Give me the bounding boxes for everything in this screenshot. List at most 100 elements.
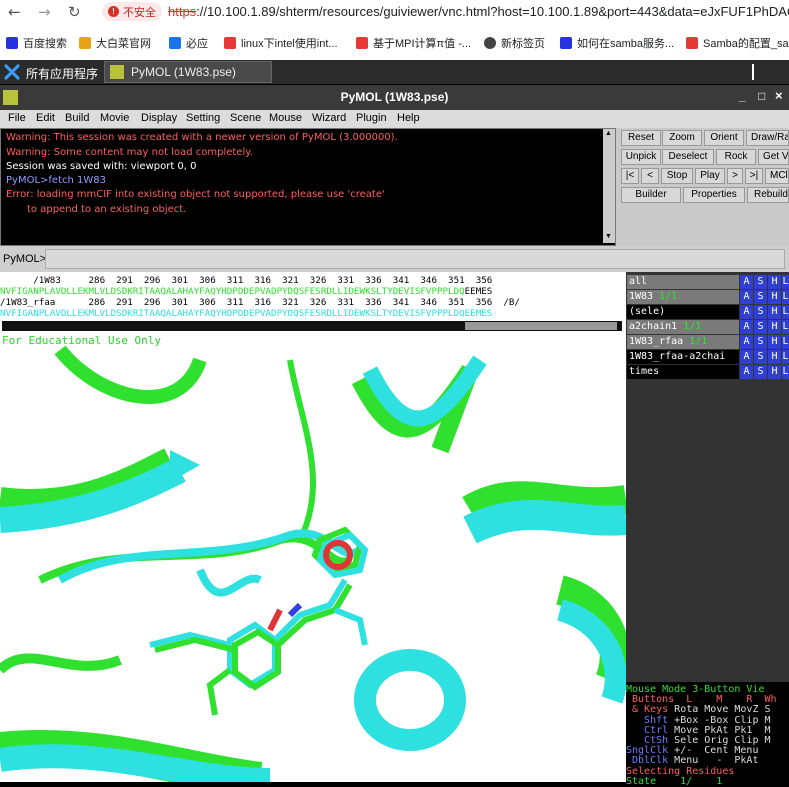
menu-setting[interactable]: Setting	[186, 112, 220, 124]
label-button[interactable]: L	[782, 275, 789, 289]
action-button[interactable]: A	[740, 365, 753, 379]
object-name[interactable]: times	[627, 365, 739, 379]
bookmark-item[interactable]: 大白菜官网	[79, 35, 151, 51]
action-button[interactable]: A	[740, 290, 753, 304]
properties-button[interactable]: Properties	[683, 187, 745, 203]
last-frame-button[interactable]: >|	[745, 168, 763, 184]
action-button[interactable]: A	[740, 320, 753, 334]
object-name[interactable]: a2chain1 1/1	[627, 320, 739, 334]
bookmark-item[interactable]: 百度搜索	[6, 35, 67, 51]
object-row-all[interactable]: all A S H L	[626, 275, 789, 289]
bookmark-item[interactable]: 必应	[169, 35, 208, 51]
unpick-button[interactable]: Unpick	[621, 149, 661, 165]
prev-frame-button[interactable]: <	[641, 168, 659, 184]
console-scrollbar[interactable]: ▲ ▼	[603, 129, 615, 243]
hide-button[interactable]: H	[768, 275, 781, 289]
action-button[interactable]: A	[740, 305, 753, 319]
menu-wizard[interactable]: Wizard	[312, 112, 346, 124]
bookmark-item[interactable]: Samba的配置_sam	[686, 35, 789, 51]
builder-button[interactable]: Builder	[621, 187, 681, 203]
show-button[interactable]: S	[754, 335, 767, 349]
next-frame-button[interactable]: >	[727, 168, 743, 184]
label-button[interactable]: L	[782, 320, 789, 334]
scroll-up-icon[interactable]: ▲	[605, 130, 612, 137]
rebuild-button[interactable]: Rebuild	[747, 187, 789, 203]
menu-display[interactable]: Display	[141, 112, 177, 124]
zoom-button[interactable]: Zoom	[662, 130, 702, 146]
menu-plugin[interactable]: Plugin	[356, 112, 387, 124]
first-frame-button[interactable]: |<	[621, 168, 639, 184]
rock-button[interactable]: Rock	[716, 149, 756, 165]
hide-button[interactable]: H	[768, 335, 781, 349]
hide-button[interactable]: H	[768, 350, 781, 364]
label-button[interactable]: L	[782, 365, 789, 379]
menu-scene[interactable]: Scene	[230, 112, 261, 124]
url-field[interactable]: https://10.100.1.89/shterm/resources/gui…	[168, 4, 789, 19]
menu-help[interactable]: Help	[397, 112, 420, 124]
object-row-a2chain1[interactable]: a2chain1 1/1 A S H L	[626, 320, 789, 334]
object-row-1W83-rfaa[interactable]: 1W83_rfaa 1/1 A S H L	[626, 335, 789, 349]
show-button[interactable]: S	[754, 320, 767, 334]
object-row-1W83[interactable]: 1W83 1/1 A S H L	[626, 290, 789, 304]
label-button[interactable]: L	[782, 350, 789, 364]
label-button[interactable]: L	[782, 335, 789, 349]
show-button[interactable]: S	[754, 365, 767, 379]
label-button[interactable]: L	[782, 290, 789, 304]
label-button[interactable]: L	[782, 305, 789, 319]
reload-icon[interactable]: ↻	[68, 3, 81, 21]
orient-button[interactable]: Orient	[704, 130, 744, 146]
app-menu-icon[interactable]	[4, 64, 20, 80]
sequence-row-1W83-rfaa[interactable]: NVFIGANPLAVDLLEKMLVLDSDKRITAAQALAHAYFAQY…	[0, 308, 492, 319]
menu-mouse[interactable]: Mouse	[269, 112, 302, 124]
sequence-scroll-thumb[interactable]	[465, 322, 617, 330]
console-line: Error: loading mmCIF into existing objec…	[6, 189, 385, 200]
menu-edit[interactable]: Edit	[36, 112, 55, 124]
object-name[interactable]: 1W83_rfaa-a2chai	[627, 350, 739, 364]
bookmark-item[interactable]: 如何在samba服务...	[560, 35, 674, 51]
object-row-sele[interactable]: (sele) A S H L	[626, 305, 789, 319]
menu-build[interactable]: Build	[65, 112, 89, 124]
command-input[interactable]	[45, 249, 785, 269]
get-view-button[interactable]: Get View	[758, 149, 789, 165]
action-button[interactable]: A	[740, 350, 753, 364]
apps-menu-label[interactable]: 所有应用程序	[26, 65, 98, 82]
sequence-row-1W83[interactable]: NVFIGANPLAVDLLEKMLVLDSDKRITAAQALAHAYFAQY…	[0, 286, 492, 297]
show-button[interactable]: S	[754, 305, 767, 319]
close-icon[interactable]: ×	[775, 88, 783, 103]
forward-icon[interactable]: →	[38, 3, 51, 21]
taskbar-pymol-window[interactable]: PyMOL (1W83.pse)	[104, 61, 272, 83]
bookmark-item[interactable]: 基于MPI计算π值 -...	[356, 35, 471, 51]
menu-file[interactable]: File	[8, 112, 26, 124]
deselect-button[interactable]: Deselect	[662, 149, 714, 165]
object-name[interactable]: (sele)	[627, 305, 739, 319]
security-badge[interactable]: ! 不安全	[102, 2, 162, 21]
play-button[interactable]: Play	[695, 168, 725, 184]
hide-button[interactable]: H	[768, 290, 781, 304]
bookmark-item[interactable]: 新标签页	[484, 35, 545, 51]
molecule-viewport[interactable]: /1W83 286 291 296 301 306 311 316 321 32…	[0, 272, 626, 782]
action-button[interactable]: A	[740, 275, 753, 289]
show-button[interactable]: S	[754, 290, 767, 304]
show-button[interactable]: S	[754, 350, 767, 364]
object-name[interactable]: all	[627, 275, 739, 289]
show-button[interactable]: S	[754, 275, 767, 289]
maximize-icon[interactable]: □	[758, 89, 765, 103]
object-row-1W83-rfaa-a2chain[interactable]: 1W83_rfaa-a2chai A S H L	[626, 350, 789, 364]
draw-ray-button[interactable]: Draw/Ray	[746, 130, 789, 146]
mclear-button[interactable]: MClear	[765, 168, 789, 184]
object-row-times[interactable]: times A S H L	[626, 365, 789, 379]
back-icon[interactable]: ←	[8, 3, 21, 21]
scroll-down-icon[interactable]: ▼	[605, 233, 612, 240]
menu-movie[interactable]: Movie	[100, 112, 129, 124]
mouse-mode-panel[interactable]: Mouse Mode 3-Button Vie Buttons L M R Wh…	[626, 682, 789, 787]
action-button[interactable]: A	[740, 335, 753, 349]
hide-button[interactable]: H	[768, 305, 781, 319]
stop-button[interactable]: Stop	[661, 168, 693, 184]
hide-button[interactable]: H	[768, 320, 781, 334]
minimize-icon[interactable]: _	[739, 89, 746, 103]
hide-button[interactable]: H	[768, 365, 781, 379]
object-name[interactable]: 1W83_rfaa 1/1	[627, 335, 739, 349]
reset-button[interactable]: Reset	[621, 130, 661, 146]
bookmark-item[interactable]: linux下intel使用int...	[224, 35, 338, 51]
object-name[interactable]: 1W83 1/1	[627, 290, 739, 304]
